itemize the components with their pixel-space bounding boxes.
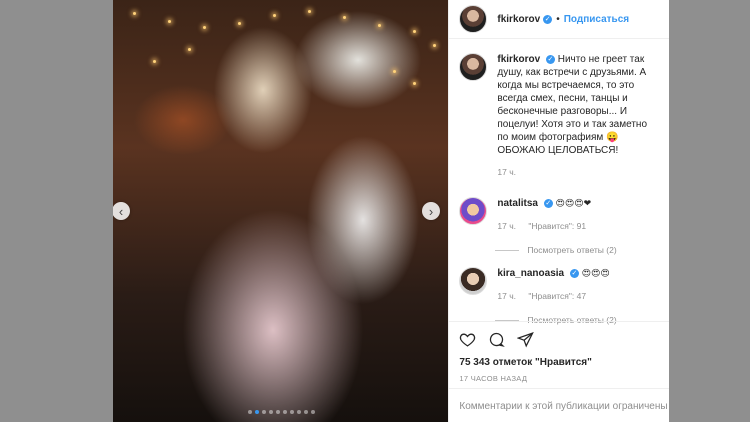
carousel-dot	[254, 410, 259, 414]
commenter-avatar[interactable]	[459, 267, 488, 295]
comment-time[interactable]: 17 ч.	[497, 221, 516, 231]
comment-time[interactable]: 17 ч.	[497, 291, 516, 301]
carousel-dot	[310, 410, 315, 414]
view-replies-label: Посмотреть ответы (2)	[527, 245, 617, 255]
post-header: fkirkorov ✓ • Подписаться	[449, 0, 669, 39]
caption-time[interactable]: 17 ч.	[497, 167, 516, 177]
caption-text: Ничто не греет так душу, как встречи с д…	[497, 54, 648, 156]
carousel-dot	[289, 410, 294, 414]
caption-entry: fkirkorov ✓ Ничто не греет так душу, как…	[459, 53, 659, 179]
verified-badge-icon: ✓	[569, 269, 579, 278]
action-bar: 75 343 отметок "Нравится" 17 ЧАСОВ НАЗАД	[449, 321, 669, 383]
comment-bubble-icon[interactable]	[488, 331, 506, 348]
author-avatar[interactable]	[459, 53, 488, 81]
comment-text: 😍😍😍	[581, 269, 610, 279]
paper-plane-icon[interactable]	[517, 331, 535, 348]
comment-likes[interactable]: "Нравится": 47	[528, 291, 586, 301]
comment-text: 😍😍😍❤	[555, 199, 592, 209]
carousel-dot	[275, 410, 280, 414]
chevron-left-icon[interactable]: ‹	[113, 202, 130, 220]
author-avatar[interactable]	[459, 5, 488, 33]
commenter-avatar[interactable]	[459, 197, 488, 225]
verified-badge-icon: ✓	[543, 199, 553, 208]
heart-icon[interactable]	[459, 331, 476, 348]
comment-item: natalitsa ✓ 😍😍😍❤ 17 ч. "Нравится": 91	[459, 197, 659, 233]
post-modal: ‹ › fkirkorov ✓ • Подписаться fkirkorov …	[113, 0, 669, 422]
follow-button[interactable]: Подписаться	[564, 14, 629, 25]
post-timestamp[interactable]: 17 ЧАСОВ НАЗАД	[459, 374, 659, 383]
verified-badge-icon: ✓	[545, 55, 555, 64]
chevron-right-icon[interactable]: ›	[422, 202, 440, 220]
author-username[interactable]: fkirkorov	[497, 14, 540, 25]
carousel-dot	[282, 410, 287, 414]
view-replies-button[interactable]: Посмотреть ответы (2)	[495, 245, 659, 255]
post-side-panel: fkirkorov ✓ • Подписаться fkirkorov ✓ Ни…	[448, 0, 669, 422]
likes-count[interactable]: 75 343 отметок "Нравится"	[459, 357, 659, 368]
carousel-dot	[268, 410, 273, 414]
comment-username[interactable]: natalitsa	[497, 198, 538, 209]
carousel-dot	[261, 410, 266, 414]
comments-list: fkirkorov ✓ Ничто не греет так душу, как…	[449, 39, 669, 325]
comment-item: kira_nanoasia ✓ 😍😍😍 17 ч. "Нравится": 47	[459, 267, 659, 303]
comment-likes[interactable]: "Нравится": 91	[528, 221, 586, 231]
carousel-dot	[296, 410, 301, 414]
post-photo: ‹ ›	[113, 0, 449, 422]
caption-username[interactable]: fkirkorov	[497, 54, 540, 65]
separator: •	[556, 13, 560, 25]
string-lights	[113, 0, 448, 110]
verified-badge-icon: ✓	[543, 14, 553, 24]
carousel-indicator	[113, 410, 448, 414]
replies-divider	[495, 249, 520, 251]
carousel-dot	[247, 410, 252, 414]
carousel-dot	[303, 410, 308, 414]
comments-restricted-notice: Комментарии к этой публикации ограничены	[449, 388, 669, 422]
comment-username[interactable]: kira_nanoasia	[497, 268, 564, 279]
